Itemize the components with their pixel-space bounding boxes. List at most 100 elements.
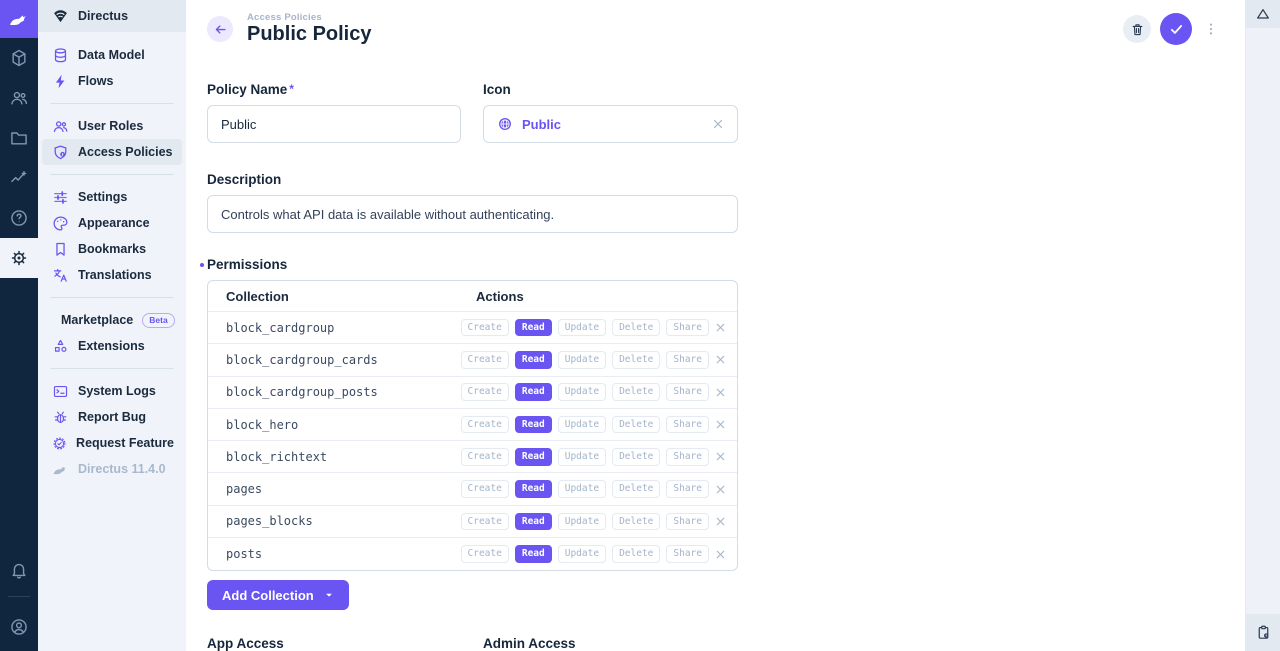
action-chip-update[interactable]: Update <box>558 351 606 369</box>
sidebar-item-system-logs[interactable]: System Logs <box>42 378 182 404</box>
help-icon[interactable] <box>0 198 38 238</box>
permissions-table: Collection Actions block_cardgroup Creat… <box>207 280 738 571</box>
action-chips: Create Read Update Delete Share <box>461 513 709 531</box>
save-button[interactable] <box>1160 13 1192 45</box>
remove-row-button[interactable] <box>714 386 727 399</box>
sidebar-item-settings[interactable]: Settings <box>42 184 182 210</box>
icon-field[interactable]: Public <box>483 105 738 143</box>
activity-clipboard-icon[interactable] <box>1246 614 1280 651</box>
permissions-label: Permissions <box>207 257 738 272</box>
sidebar-item-label: Bookmarks <box>78 242 146 256</box>
insights-icon[interactable] <box>0 158 38 198</box>
action-chip-create[interactable]: Create <box>461 319 509 337</box>
action-chip-delete[interactable]: Delete <box>612 319 660 337</box>
action-chip-share[interactable]: Share <box>666 545 709 563</box>
action-chip-share[interactable]: Share <box>666 480 709 498</box>
action-chip-share[interactable]: Share <box>666 319 709 337</box>
sidebar-item-data-model[interactable]: Data Model <box>42 42 182 68</box>
remove-row-button[interactable] <box>714 353 727 366</box>
action-chip-share[interactable]: Share <box>666 351 709 369</box>
sidebar-item-translations[interactable]: Translations <box>42 262 182 288</box>
policy-name-input[interactable] <box>207 105 461 143</box>
action-chip-share[interactable]: Share <box>666 416 709 434</box>
action-chip-read[interactable]: Read <box>515 480 552 498</box>
delete-button[interactable] <box>1123 15 1151 43</box>
action-chip-create[interactable]: Create <box>461 513 509 531</box>
action-chip-delete[interactable]: Delete <box>612 448 660 466</box>
remove-row-button[interactable] <box>714 548 727 561</box>
notifications-bell-icon[interactable] <box>0 550 38 590</box>
action-chip-update[interactable]: Update <box>558 383 606 401</box>
action-chip-share[interactable]: Share <box>666 448 709 466</box>
collection-name: block_cardgroup <box>226 321 334 335</box>
action-chips: Create Read Update Delete Share <box>461 383 709 401</box>
sidebar-item-report-bug[interactable]: Report Bug <box>42 404 182 430</box>
navigation-sidebar: Directus Data Model Flows User Roles Acc… <box>38 0 186 651</box>
action-chip-create[interactable]: Create <box>461 416 509 434</box>
clear-icon-button[interactable] <box>711 117 725 131</box>
action-chip-update[interactable]: Update <box>558 416 606 434</box>
sidebar-item-label: System Logs <box>78 384 156 398</box>
sidebar-item-flows[interactable]: Flows <box>42 68 182 94</box>
action-chip-read[interactable]: Read <box>515 319 552 337</box>
sidebar-item-label: Report Bug <box>78 410 146 424</box>
action-chip-create[interactable]: Create <box>461 448 509 466</box>
sidebar-item-label: Appearance <box>78 216 150 230</box>
sidebar-item-access-policies[interactable]: Access Policies <box>42 139 182 165</box>
action-chip-delete[interactable]: Delete <box>612 545 660 563</box>
back-button[interactable] <box>207 16 233 42</box>
action-chip-update[interactable]: Update <box>558 448 606 466</box>
settings-gear-icon[interactable] <box>0 238 38 278</box>
action-chip-delete[interactable]: Delete <box>612 513 660 531</box>
action-chip-create[interactable]: Create <box>461 383 509 401</box>
version-label: Directus 11.4.0 <box>78 462 166 476</box>
action-chip-update[interactable]: Update <box>558 480 606 498</box>
sidebar-item-extensions[interactable]: Extensions <box>42 333 182 359</box>
action-chip-update[interactable]: Update <box>558 319 606 337</box>
collection-name: block_cardgroup_cards <box>226 353 378 367</box>
action-chips: Create Read Update Delete Share <box>461 448 709 466</box>
remove-row-button[interactable] <box>714 418 727 431</box>
action-chip-delete[interactable]: Delete <box>612 480 660 498</box>
sidebar-item-label: Marketplace <box>61 313 133 327</box>
action-chip-delete[interactable]: Delete <box>612 351 660 369</box>
remove-row-button[interactable] <box>714 515 727 528</box>
sidebar-toggle-triangle-icon[interactable] <box>1246 0 1280 28</box>
action-chip-read[interactable]: Read <box>515 545 552 563</box>
sidebar-item-request-feature[interactable]: Request Feature <box>42 430 182 456</box>
action-chip-update[interactable]: Update <box>558 513 606 531</box>
sidebar-item-appearance[interactable]: Appearance <box>42 210 182 236</box>
action-chip-delete[interactable]: Delete <box>612 416 660 434</box>
add-collection-button[interactable]: Add Collection <box>207 580 349 610</box>
sidebar-item-bookmarks[interactable]: Bookmarks <box>42 236 182 262</box>
permission-row: block_cardgroup_cards Create Read Update De… <box>208 344 737 376</box>
action-chip-update[interactable]: Update <box>558 545 606 563</box>
action-chip-read[interactable]: Read <box>515 416 552 434</box>
action-chip-read[interactable]: Read <box>515 383 552 401</box>
files-folder-icon[interactable] <box>0 118 38 158</box>
action-chip-delete[interactable]: Delete <box>612 383 660 401</box>
users-icon[interactable] <box>0 78 38 118</box>
action-chip-share[interactable]: Share <box>666 383 709 401</box>
detail-sidebar <box>1245 0 1280 651</box>
action-chip-read[interactable]: Read <box>515 448 552 466</box>
more-options-button[interactable] <box>1201 19 1221 39</box>
project-bar[interactable]: Directus <box>38 0 186 32</box>
action-chip-create[interactable]: Create <box>461 545 509 563</box>
content-cube-icon[interactable] <box>0 38 38 78</box>
action-chip-read[interactable]: Read <box>515 351 552 369</box>
action-chip-share[interactable]: Share <box>666 513 709 531</box>
description-input[interactable] <box>207 195 738 233</box>
action-chip-create[interactable]: Create <box>461 480 509 498</box>
action-chip-create[interactable]: Create <box>461 351 509 369</box>
sidebar-item-user-roles[interactable]: User Roles <box>42 113 182 139</box>
remove-row-button[interactable] <box>714 483 727 496</box>
action-chip-read[interactable]: Read <box>515 513 552 531</box>
account-icon[interactable] <box>0 603 38 651</box>
back-arrow-icon <box>213 22 228 37</box>
remove-row-button[interactable] <box>714 321 727 334</box>
directus-logo-icon[interactable] <box>0 0 38 38</box>
remove-row-button[interactable] <box>714 450 727 463</box>
sidebar-item-marketplace[interactable]: Marketplace Beta <box>42 307 182 333</box>
permissions-table-header: Collection Actions <box>208 281 737 312</box>
